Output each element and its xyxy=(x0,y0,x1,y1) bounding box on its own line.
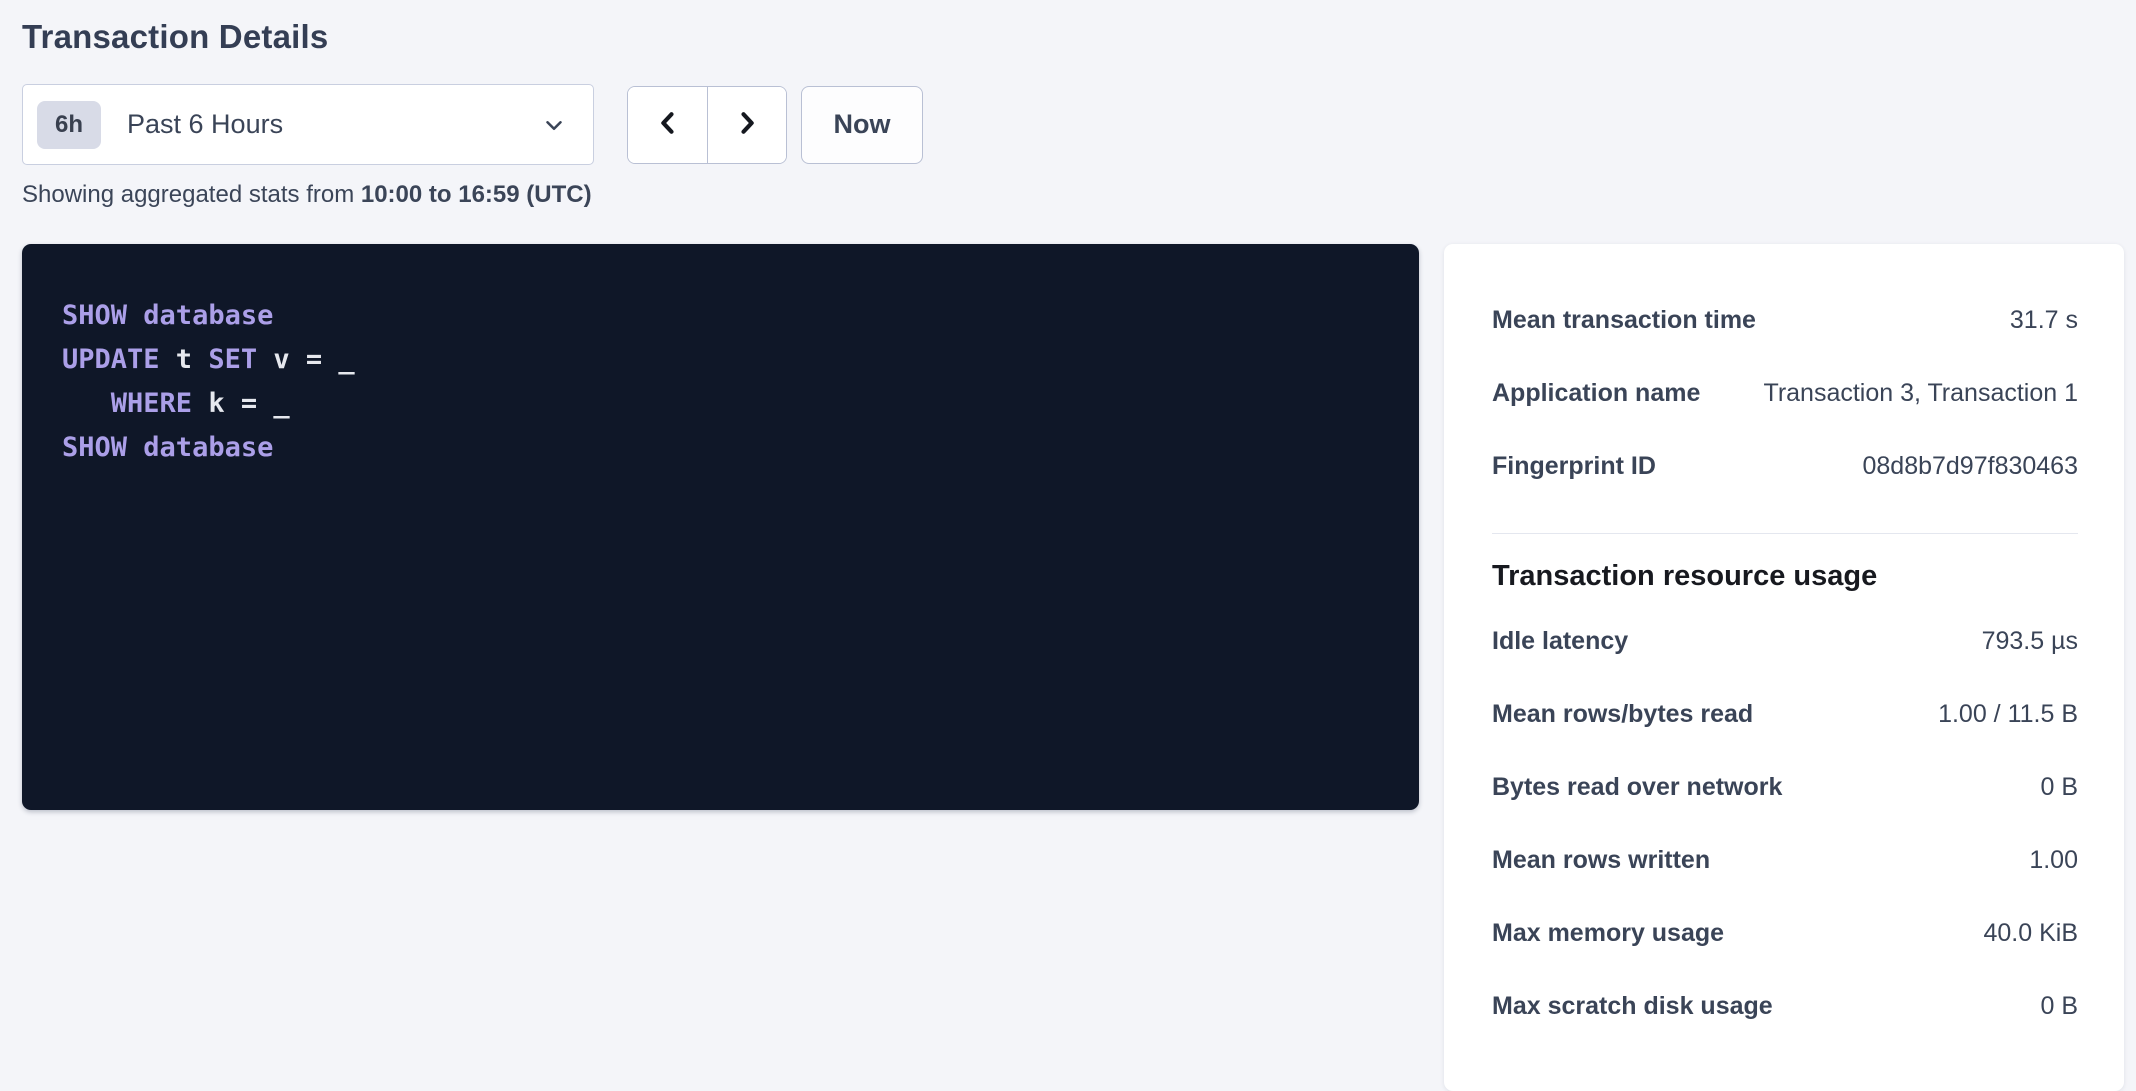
resource-usage-heading: Transaction resource usage xyxy=(1492,560,2078,593)
sql-line: SHOW database xyxy=(62,294,1379,338)
stat-value: 08d8b7d97f830463 xyxy=(1862,452,2078,481)
stat-value: 31.7 s xyxy=(2010,306,2078,335)
time-range-label: Past 6 Hours xyxy=(127,109,283,140)
chevron-down-icon xyxy=(541,112,567,138)
sql-line: WHERE k = _ xyxy=(62,382,1379,426)
time-controls: 6h Past 6 Hours Now xyxy=(22,84,2124,165)
sql-line: SHOW database xyxy=(62,426,1379,470)
time-range-badge: 6h xyxy=(37,101,101,149)
stat-row-bytes-read-over-network: Bytes read over network 0 B xyxy=(1492,751,2078,824)
stat-label: Max memory usage xyxy=(1492,919,1724,948)
stat-row-fingerprint-id: Fingerprint ID 08d8b7d97f830463 xyxy=(1492,430,2078,503)
stat-label: Idle latency xyxy=(1492,627,1628,656)
stat-row-max-scratch-disk-usage: Max scratch disk usage 0 B xyxy=(1492,970,2078,1043)
page-title: Transaction Details xyxy=(22,18,2124,56)
transaction-stats-card: Mean transaction time 31.7 s Application… xyxy=(1444,244,2124,1091)
main-content: SHOW databaseUPDATE t SET v = _ WHERE k … xyxy=(22,244,2124,1091)
stat-label: Application name xyxy=(1492,379,1700,408)
sql-statement-text: SHOW databaseUPDATE t SET v = _ WHERE k … xyxy=(62,294,1379,470)
stat-row-mean-transaction-time: Mean transaction time 31.7 s xyxy=(1492,284,2078,357)
stat-label: Fingerprint ID xyxy=(1492,452,1656,481)
stat-label: Mean transaction time xyxy=(1492,306,1756,335)
caption-prefix: Showing aggregated stats from xyxy=(22,181,361,208)
stat-label: Max scratch disk usage xyxy=(1492,992,1773,1021)
aggregated-stats-caption: Showing aggregated stats from 10:00 to 1… xyxy=(22,181,2124,209)
caption-time-range: 10:00 to 16:59 (UTC) xyxy=(361,181,592,208)
time-nav-button-group xyxy=(627,86,787,164)
stat-value: 0 B xyxy=(2040,773,2078,802)
stat-row-mean-rows-written: Mean rows written 1.00 xyxy=(1492,824,2078,897)
stat-row-application-name: Application name Transaction 3, Transact… xyxy=(1492,357,2078,430)
stat-value: 793.5 µs xyxy=(1982,627,2078,656)
stat-label: Mean rows/bytes read xyxy=(1492,700,1753,729)
sql-line: UPDATE t SET v = _ xyxy=(62,338,1379,382)
stat-value: 1.00 xyxy=(2029,846,2078,875)
stat-value: 1.00 / 11.5 B xyxy=(1938,700,2078,729)
transaction-details-page: Transaction Details 6h Past 6 Hours Now xyxy=(0,0,2136,1091)
stat-row-max-memory-usage: Max memory usage 40.0 KiB xyxy=(1492,897,2078,970)
stat-label: Mean rows written xyxy=(1492,846,1710,875)
stat-row-idle-latency: Idle latency 793.5 µs xyxy=(1492,605,2078,678)
stat-value: Transaction 3, Transaction 1 xyxy=(1763,379,2078,408)
card-divider xyxy=(1492,533,2078,534)
chevron-right-icon xyxy=(733,109,761,140)
sql-statement-box: SHOW databaseUPDATE t SET v = _ WHERE k … xyxy=(22,244,1419,810)
next-time-button[interactable] xyxy=(707,87,786,163)
stat-value: 40.0 KiB xyxy=(1983,919,2078,948)
now-button[interactable]: Now xyxy=(801,86,923,164)
stat-row-mean-rows-bytes-read: Mean rows/bytes read 1.00 / 11.5 B xyxy=(1492,678,2078,751)
previous-time-button[interactable] xyxy=(628,87,707,163)
stat-value: 0 B xyxy=(2040,992,2078,1021)
stat-label: Bytes read over network xyxy=(1492,773,1782,802)
chevron-left-icon xyxy=(654,109,682,140)
time-range-dropdown[interactable]: 6h Past 6 Hours xyxy=(22,84,594,165)
